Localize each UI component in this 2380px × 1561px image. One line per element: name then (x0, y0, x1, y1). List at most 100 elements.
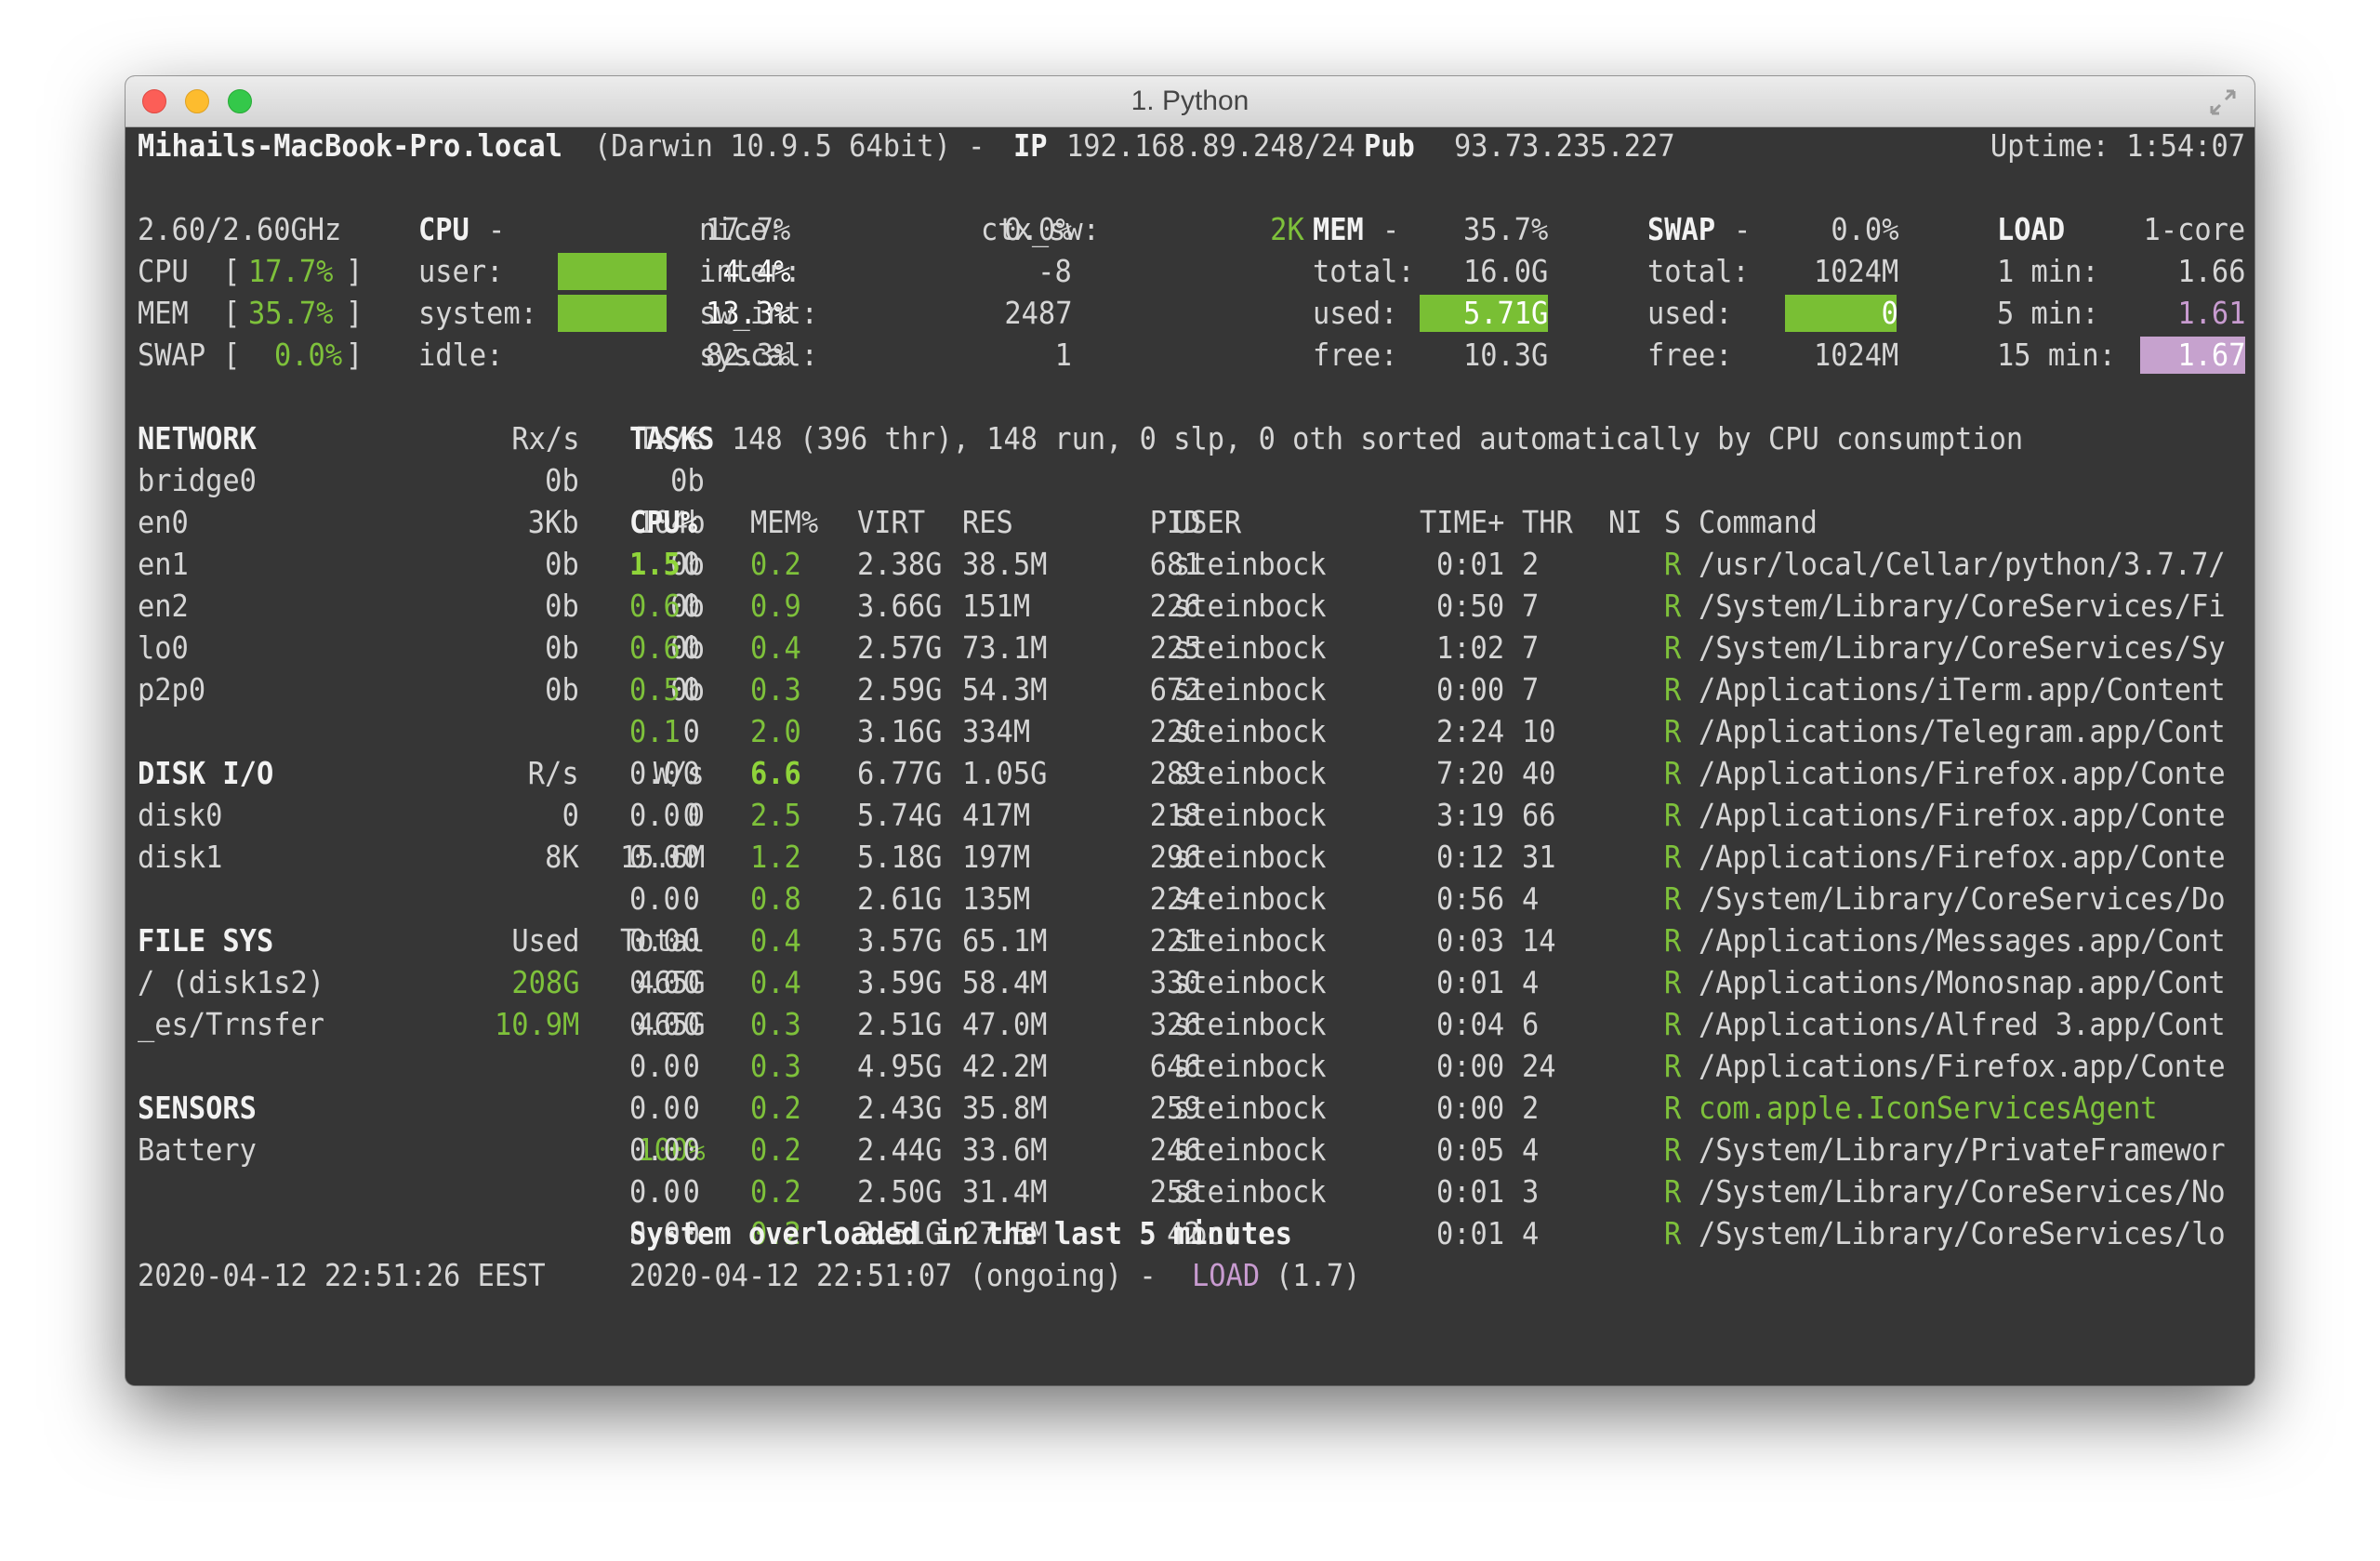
process-virt: 5.18G (857, 839, 943, 875)
process-res: 38.5M (962, 546, 1048, 582)
process-status: R (1664, 1090, 1682, 1126)
col-time[interactable]: TIME+ (1420, 504, 1504, 541)
process-cpu: 0.0 (629, 1131, 681, 1168)
process-cpu: 0.0 (629, 964, 681, 1000)
mem-used: 5.71G (1462, 295, 1548, 331)
swap-total: 1024M (1813, 253, 1898, 289)
col-virt[interactable]: VIRT (857, 504, 925, 541)
cpu-inter: -8 (1038, 253, 1072, 289)
col-thr[interactable]: THR (1522, 504, 1573, 541)
process-nice: 0 (682, 671, 700, 708)
process-user: steinbock (1173, 713, 1327, 749)
process-command[interactable]: /Applications/Telegram.app/Cont (1699, 713, 2226, 750)
process-command[interactable]: /System/Library/CoreServices/Fi (1699, 588, 2226, 625)
process-nice: 0 (682, 755, 700, 791)
process-status: R (1664, 797, 1682, 833)
load-5min: 1.61 (2176, 295, 2245, 331)
tasks-summary: 148 (396 thr), 148 run, 0 slp, 0 oth sor… (732, 420, 2024, 456)
quicklook-cpu-value: 17.7% (248, 253, 334, 289)
fs-mount-name: _es/Trnsfer (138, 1006, 325, 1042)
process-command[interactable]: /System/Library/CoreServices/No (1699, 1173, 2226, 1210)
process-command[interactable]: /System/Library/CoreServices/Do (1699, 880, 2226, 918)
swap-label: SWAP (1647, 211, 1716, 247)
process-status: R (1664, 839, 1682, 875)
process-status: R (1664, 588, 1682, 624)
disk-read-value: 8K (545, 839, 579, 875)
process-status: R (1664, 671, 1682, 708)
process-nice: 0 (682, 964, 700, 1000)
process-nice: 0 (682, 880, 700, 917)
network-interface-name: lo0 (138, 629, 189, 666)
process-command[interactable]: /Applications/iTerm.app/Content (1699, 671, 2226, 708)
process-threads: 24 (1522, 1048, 1556, 1084)
process-virt: 2.59G (857, 671, 943, 708)
process-cpu: 0.0 (629, 1048, 681, 1084)
col-res[interactable]: RES (962, 504, 1013, 541)
alert-prefix: 2020-04-12 22:51:07 (ongoing) - (629, 1257, 1157, 1293)
process-command[interactable]: /Applications/Messages.app/Cont (1699, 922, 2226, 959)
col-command[interactable]: Command (1699, 504, 1818, 541)
cpu-label: CPU (418, 211, 469, 247)
col-cpu[interactable]: CPU% (629, 504, 697, 541)
process-command[interactable]: /usr/local/Cellar/python/3.7.7/ (1699, 546, 2226, 583)
process-user: steinbock (1173, 671, 1327, 708)
process-command[interactable]: com.apple.IconServicesAgent (1699, 1090, 2158, 1127)
process-nice: 0 (682, 1048, 700, 1084)
load-1min: 1.66 (2176, 253, 2245, 289)
process-res: 31.4M (962, 1173, 1048, 1210)
process-command[interactable]: /System/Library/CoreServices/lo (1699, 1215, 2226, 1252)
process-status: R (1664, 964, 1682, 1000)
col-user[interactable]: USER (1173, 504, 1241, 541)
process-cpu: 0.0 (629, 839, 681, 875)
process-command[interactable]: /Applications/Monosnap.app/Cont (1699, 964, 2226, 1001)
disk-name: disk0 (138, 797, 223, 833)
col-s[interactable]: S (1664, 504, 1681, 541)
process-command[interactable]: /Applications/Alfred 3.app/Cont (1699, 1006, 2226, 1043)
process-status: R (1664, 1048, 1682, 1084)
hostname: Mihails-MacBook-Pro.local (138, 127, 562, 164)
process-command[interactable]: /System/Library/PrivateFramewor (1699, 1131, 2226, 1169)
process-threads: 7 (1522, 588, 1540, 624)
process-status: R (1664, 1215, 1682, 1251)
process-mem: 0.2 (750, 1173, 801, 1210)
process-mem: 0.3 (750, 1048, 801, 1084)
process-threads: 4 (1522, 964, 1540, 1000)
process-mem: 6.6 (750, 755, 801, 791)
process-command[interactable]: /Applications/Firefox.app/Conte (1699, 839, 2226, 876)
load-15min: 1.67 (2176, 337, 2245, 373)
process-time: 3:19 (1436, 797, 1505, 833)
process-mem: 0.2 (750, 546, 801, 582)
process-cpu: 0.1 (629, 713, 681, 749)
uptime: Uptime: 1:54:07 (1990, 127, 2245, 164)
process-threads: 3 (1522, 1173, 1540, 1210)
process-virt: 3.16G (857, 713, 943, 749)
process-res: 334M (962, 713, 1031, 749)
process-virt: 4.95G (857, 1048, 943, 1084)
process-command[interactable]: /Applications/Firefox.app/Conte (1699, 797, 2226, 834)
process-command[interactable]: /Applications/Firefox.app/Conte (1699, 1048, 2226, 1085)
process-cpu: 0.5 (629, 671, 681, 708)
public-ip: 93.73.235.227 (1454, 127, 1675, 164)
sensors-title: SENSORS (138, 1090, 257, 1126)
process-user: steinbock (1173, 546, 1327, 582)
os-info: (Darwin 10.9.5 64bit) - (594, 127, 985, 164)
alert-title: System overloaded in the last 5 minutes (629, 1215, 1292, 1251)
fs-used-value: 208G (510, 964, 579, 1000)
fullscreen-icon[interactable] (2208, 87, 2238, 117)
process-command[interactable]: /Applications/Firefox.app/Conte (1699, 755, 2226, 792)
process-threads: 4 (1522, 880, 1540, 917)
cpu-user-highlight (558, 253, 667, 290)
network-rx-value: 0b (545, 588, 579, 624)
process-command[interactable]: /System/Library/CoreServices/Sy (1699, 629, 2226, 667)
swap-used-highlight (1785, 295, 1897, 332)
col-mem[interactable]: MEM% (750, 504, 818, 541)
process-res: 1.05G (962, 755, 1048, 791)
pub-label: Pub (1364, 127, 1415, 164)
mem-total: 16.0G (1462, 253, 1548, 289)
network-rx-value: 0b (545, 462, 579, 498)
process-nice: 0 (682, 713, 700, 749)
process-threads: 7 (1522, 629, 1540, 666)
process-cpu: 0.0 (629, 755, 681, 791)
process-res: 73.1M (962, 629, 1048, 666)
col-ni[interactable]: NI (1608, 504, 1643, 541)
